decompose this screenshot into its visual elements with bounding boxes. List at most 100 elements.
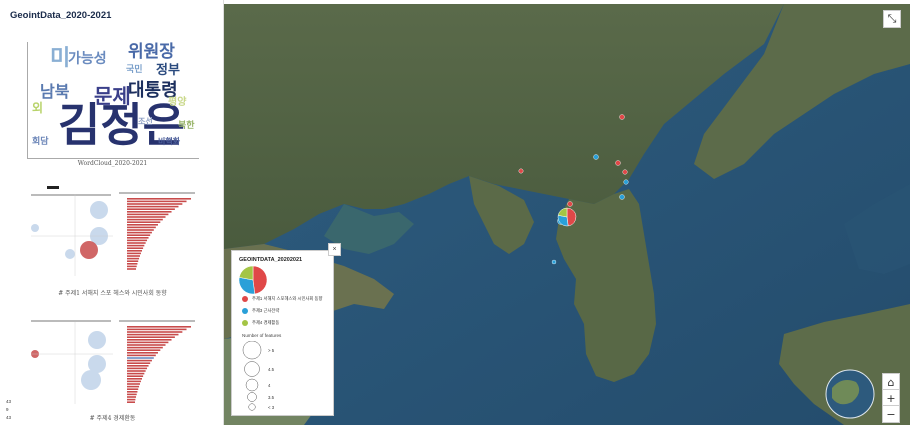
- side-control-1[interactable]: 43: [6, 399, 11, 404]
- chart-bar: [127, 252, 141, 255]
- side-control-3[interactable]: 43: [6, 415, 11, 420]
- chart-bar: [127, 260, 139, 262]
- legend-pie: [238, 265, 268, 295]
- legend-close-icon[interactable]: ×: [328, 243, 341, 256]
- size-label-1: > 5: [268, 348, 275, 353]
- chart-bar: [127, 357, 154, 359]
- chart-bar: [127, 344, 166, 346]
- fig1-left-title: [31, 194, 111, 196]
- chart-bar: [127, 224, 158, 226]
- chart-bar: [127, 200, 187, 203]
- wordcloud-caption: WordCloud_2020-2021: [77, 160, 148, 167]
- side-control-2[interactable]: 9: [6, 407, 9, 412]
- feature-point[interactable]: [615, 160, 621, 166]
- legend-label-topic3: 주제3 근사전략: [252, 308, 280, 313]
- feature-point[interactable]: [518, 168, 524, 174]
- chart-bar: [127, 341, 169, 344]
- chart-bar: [127, 205, 179, 208]
- legend-item-topic4: 주제4 경제활동: [242, 320, 279, 326]
- feature-point[interactable]: [567, 201, 573, 207]
- chart-bar: [127, 352, 158, 354]
- cluster-pie[interactable]: [557, 207, 577, 227]
- map-legend: GEOINTDATA_20202021 주제1 서해지 스포헤스와 시민사회 동…: [231, 250, 334, 416]
- chart-bar: [127, 349, 161, 351]
- fig1-bubble-d: [31, 224, 39, 232]
- chart-bar: [127, 362, 151, 364]
- wordcloud-word: 가능성: [68, 51, 107, 67]
- legend-item-topic3: 주제3 근사전략: [242, 308, 279, 314]
- chart-bar: [127, 375, 144, 377]
- wordcloud-word: 비핵화: [158, 137, 181, 146]
- chart-bar: [127, 401, 135, 403]
- legend-item-topic1: 주제1 서해지 스포헤스와 시민사회 동향: [242, 296, 322, 302]
- size-symbol-4: [247, 392, 257, 402]
- story-panel: GeointData_2020-2021 김정은 대통령 문제 위원장 가능성 남북 정부 국…: [0, 0, 224, 443]
- legend-dot-blue: [242, 308, 248, 314]
- chart-bar: [127, 208, 175, 210]
- chart-bar: [127, 372, 145, 375]
- fig1-right-title: [119, 192, 195, 194]
- chart-bar: [127, 339, 172, 341]
- chart-bar: [127, 354, 156, 357]
- chart-bar: [127, 250, 142, 252]
- chart-bar: [127, 346, 163, 349]
- legend-dot-red: [242, 296, 248, 302]
- chart-bar: [127, 326, 191, 328]
- chart-bar: [127, 198, 191, 200]
- fig1-bubble-highlight: [80, 241, 98, 259]
- legend-pie-slice: [238, 265, 254, 281]
- topic4-caption: # 주제4 경제환동: [89, 415, 136, 422]
- legend-size-symbols: [242, 341, 262, 411]
- topic4-figure: [27, 314, 198, 410]
- feature-point[interactable]: [622, 169, 628, 175]
- chart-bar: [127, 367, 148, 370]
- wordcloud-word: 조선: [138, 117, 153, 126]
- chart-bar: [127, 268, 137, 270]
- chart-bar: [127, 239, 148, 242]
- size-symbol-1: [242, 341, 262, 360]
- chart-bar: [127, 229, 154, 231]
- chart-bar: [127, 391, 138, 393]
- fig1-bubble-a: [90, 201, 108, 219]
- size-symbol-3: [245, 378, 259, 392]
- chart-bar: [127, 234, 151, 236]
- legend-dot-green: [242, 320, 248, 326]
- topic1-caption: # 주제1 서해지 스포 헤스와 시민사회 동향: [58, 290, 167, 297]
- wordcloud-word: 외: [32, 101, 44, 115]
- fig2-bubble-c: [81, 370, 101, 390]
- feature-point[interactable]: [619, 194, 625, 200]
- size-label-3: 4: [268, 383, 271, 388]
- feature-point[interactable]: [619, 114, 625, 120]
- feature-point[interactable]: [593, 154, 599, 160]
- size-label-4: 3.5: [268, 395, 274, 400]
- zoom-out-button[interactable]: −: [882, 405, 900, 423]
- legend-label-topic1: 주제1 서해지 스포헤스와 시민사회 동향: [252, 296, 323, 301]
- expand-icon[interactable]: ⤡: [883, 10, 901, 28]
- app-title: GeointData_2020-2021: [10, 10, 112, 21]
- chart-bar: [127, 203, 183, 205]
- chart-bar: [127, 336, 175, 338]
- chart-bar: [127, 213, 169, 216]
- fig2-bubble-a: [88, 331, 106, 349]
- feature-point[interactable]: [623, 179, 629, 185]
- chart-bar: [127, 398, 136, 401]
- fig2-bar-chart: [127, 326, 191, 403]
- feature-point[interactable]: [551, 259, 557, 265]
- chart-bar: [127, 211, 172, 213]
- fig1-header-bar: [47, 186, 59, 189]
- chart-bar: [127, 216, 166, 218]
- legend-label-topic4: 주제4 경제활동: [252, 320, 280, 325]
- wordcloud-image: 김정은 대통령 문제 위원장 가능성 남북 정부 국민 미 외 평양 북한 비핵화 회담 조선: [27, 42, 199, 159]
- wordcloud-word: 평양: [168, 97, 187, 108]
- chart-bar: [127, 226, 156, 229]
- chart-bar: [127, 255, 140, 257]
- chart-bar: [127, 244, 145, 247]
- chart-bar: [127, 265, 137, 268]
- size-symbol-2: [244, 361, 260, 377]
- chart-bar: [127, 257, 140, 260]
- chart-bar: [127, 333, 179, 336]
- chart-bar: [127, 263, 138, 265]
- topic1-figure: [27, 184, 198, 284]
- fig1-bar-chart: [127, 198, 191, 270]
- wordcloud-word: 위원장: [128, 42, 175, 62]
